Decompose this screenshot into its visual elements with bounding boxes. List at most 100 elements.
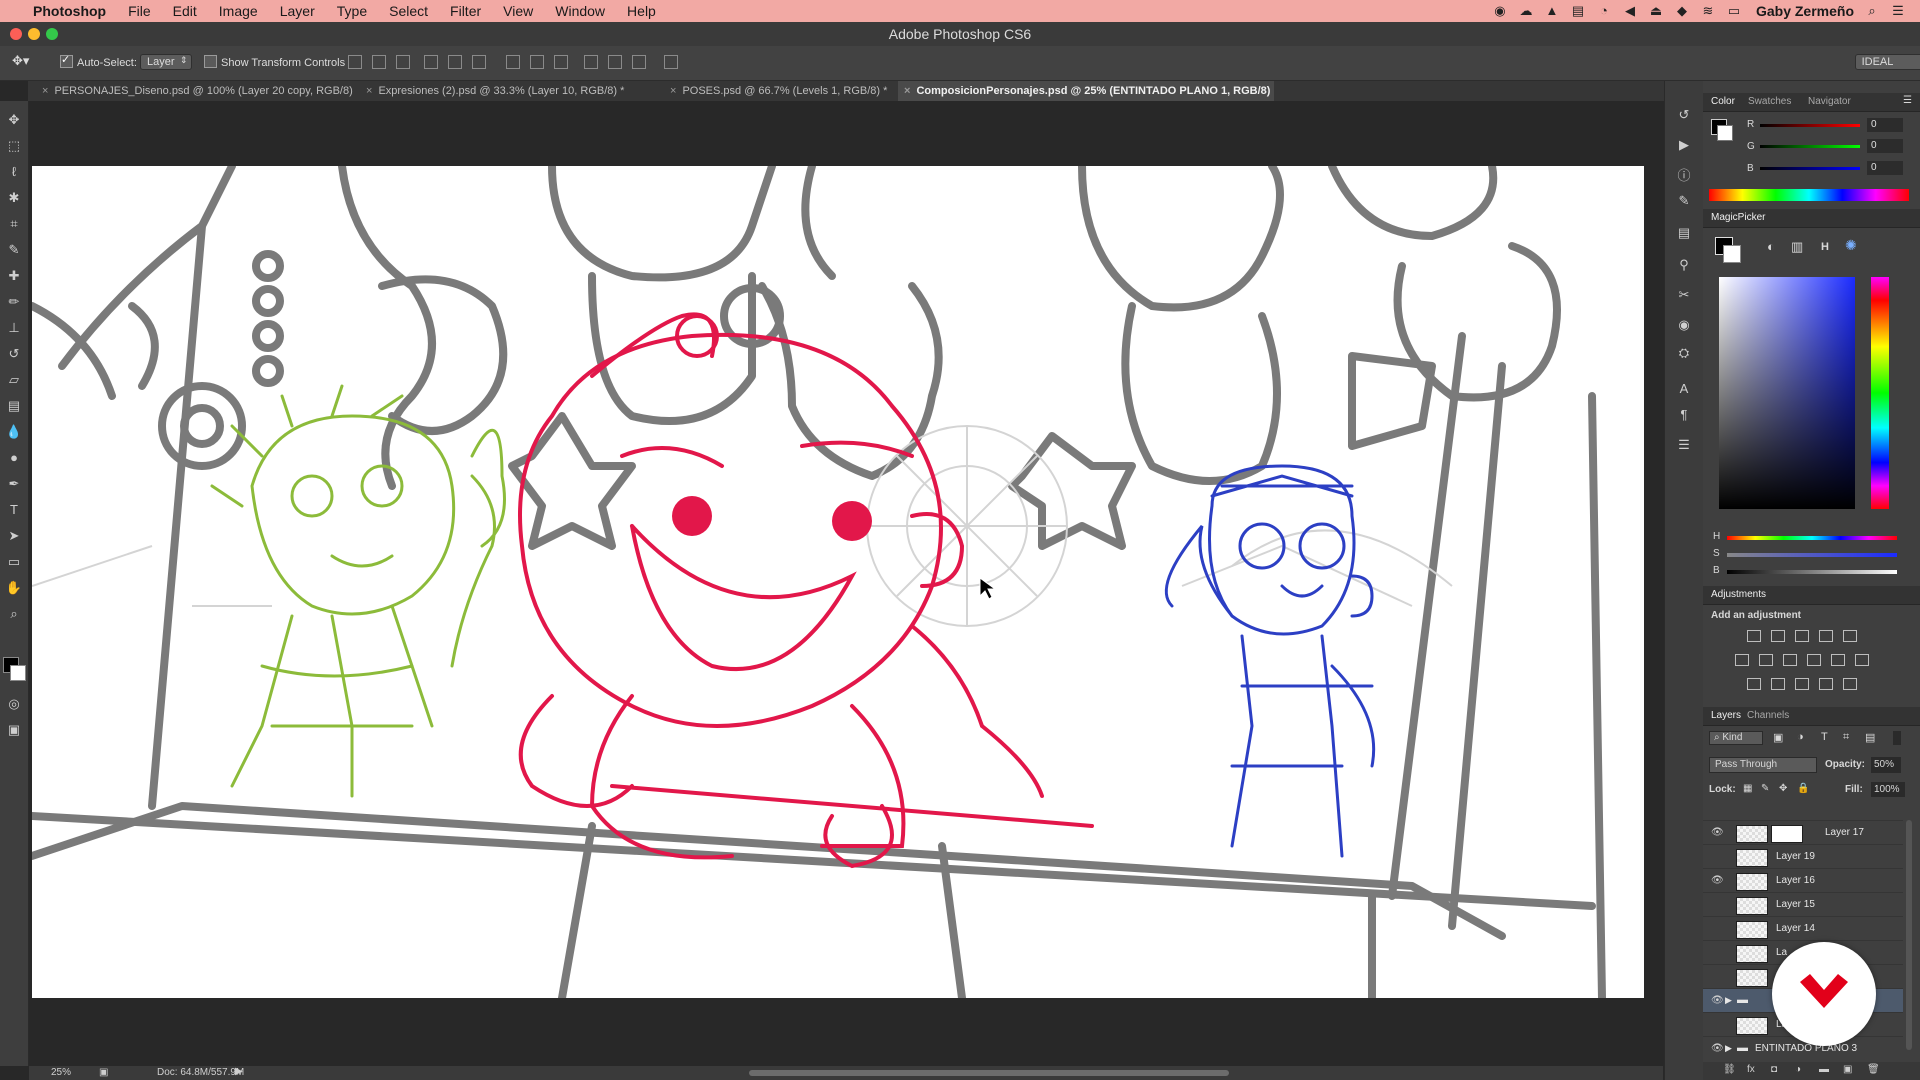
color-balance-adjustment-icon[interactable]: [1759, 654, 1773, 666]
dropbox-icon[interactable]: ◆: [1674, 4, 1690, 18]
brush-tool-icon[interactable]: ✏: [4, 293, 24, 311]
mp-bg-chip[interactable]: [1723, 245, 1741, 263]
visibility-eye-icon[interactable]: 👁: [1711, 1043, 1724, 1054]
auto-select-checkbox[interactable]: Auto-Select:: [60, 53, 137, 69]
battery-icon[interactable]: ▭: [1726, 4, 1742, 18]
show-transform-checkbox[interactable]: Show Transform Controls: [204, 55, 345, 69]
align-right-icon[interactable]: [472, 55, 486, 69]
color-lookup-adjustment-icon[interactable]: [1855, 654, 1869, 666]
hue-strip[interactable]: [1871, 277, 1889, 509]
filter-shape-icon[interactable]: ⌗: [1843, 731, 1849, 744]
b-value-input[interactable]: 0: [1867, 161, 1903, 175]
menu-image[interactable]: Image: [208, 3, 269, 19]
healing-brush-tool-icon[interactable]: ✚: [4, 267, 24, 285]
tab-swatches[interactable]: Swatches: [1748, 96, 1791, 107]
bg-color-chip[interactable]: [1717, 125, 1733, 141]
brightness-adjustment-icon[interactable]: [1747, 630, 1761, 642]
panel-menu-icon[interactable]: ☰: [1903, 95, 1912, 106]
eject-icon[interactable]: ⏏: [1648, 4, 1664, 18]
properties-icon[interactable]: ☰: [1674, 437, 1694, 455]
menu-help[interactable]: Help: [616, 3, 667, 19]
wifi-icon[interactable]: ≋: [1700, 4, 1716, 18]
new-adjustment-layer-icon[interactable]: ◑: [1795, 1064, 1801, 1075]
close-tab-icon[interactable]: ×: [670, 85, 676, 97]
clone-stamp-tool-icon[interactable]: ⊥: [4, 319, 24, 337]
adobe-icon[interactable]: ▲: [1544, 4, 1560, 18]
opacity-input[interactable]: 50%: [1871, 757, 1901, 773]
exposure-adjustment-icon[interactable]: [1819, 630, 1833, 642]
g-slider[interactable]: [1760, 145, 1860, 148]
lasso-tool-icon[interactable]: ℓ: [4, 163, 24, 181]
lock-paint-icon[interactable]: ✎: [1761, 783, 1769, 794]
screen-mode-icon[interactable]: ▣: [4, 721, 24, 739]
info-icon[interactable]: ⓘ: [1674, 165, 1694, 183]
eyedropper-tool-icon[interactable]: ✎: [4, 241, 24, 259]
align-vcenter-icon[interactable]: [372, 55, 386, 69]
lock-position-icon[interactable]: ✥: [1779, 783, 1787, 794]
paths-icon[interactable]: ⚲: [1674, 257, 1694, 275]
auto-select-dropdown[interactable]: Layer: [140, 54, 192, 70]
new-group-icon[interactable]: ▬: [1819, 1064, 1829, 1075]
hand-tool-icon[interactable]: ✋: [4, 579, 24, 597]
group-expand-arrow-icon[interactable]: ▶: [1725, 1043, 1732, 1054]
g-value-input[interactable]: 0: [1867, 139, 1903, 153]
document-canvas[interactable]: [32, 166, 1644, 998]
mp-s-slider[interactable]: [1727, 553, 1897, 557]
mp-mode-button[interactable]: H: [1821, 241, 1829, 253]
levels-adjustment-icon[interactable]: [1771, 630, 1785, 642]
distribute-bottom-icon[interactable]: [554, 55, 568, 69]
history-brush-tool-icon[interactable]: ↺: [4, 345, 24, 363]
layers-scrollbar[interactable]: [1906, 820, 1912, 1050]
plugin-icon[interactable]: ◉: [1674, 317, 1694, 335]
filter-pixel-icon[interactable]: ▣: [1773, 731, 1783, 744]
layer-row[interactable]: Layer 19: [1703, 844, 1903, 869]
lock-all-icon[interactable]: 🔒: [1797, 783, 1809, 794]
tab-composicion-personajes[interactable]: × ComposicionPersonajes.psd @ 25% (ENTINT…: [898, 81, 1274, 101]
dodge-tool-icon[interactable]: ●: [4, 449, 24, 467]
add-mask-icon[interactable]: ◘: [1771, 1064, 1777, 1075]
filter-adjustment-icon[interactable]: ◑: [1797, 731, 1804, 743]
menu-file[interactable]: File: [117, 3, 162, 19]
horizontal-scrollbar[interactable]: [749, 1070, 1229, 1076]
tab-adjustments[interactable]: Adjustments: [1711, 589, 1766, 600]
distribute-left-icon[interactable]: [584, 55, 598, 69]
tab-navigator[interactable]: Navigator: [1808, 96, 1851, 107]
filter-toggle[interactable]: [1893, 731, 1901, 745]
tab-color[interactable]: Color: [1711, 96, 1735, 107]
status-info-icon[interactable]: ▣: [99, 1067, 108, 1078]
volume-icon[interactable]: ◀: [1622, 4, 1638, 18]
time-machine-icon[interactable]: ◔: [1596, 4, 1612, 18]
lock-transparent-icon[interactable]: ▦: [1743, 783, 1752, 794]
posterize-adjustment-icon[interactable]: [1771, 678, 1785, 690]
shape-tool-icon[interactable]: ▭: [4, 553, 24, 571]
gradient-map-adjustment-icon[interactable]: [1843, 678, 1857, 690]
align-top-icon[interactable]: [348, 55, 362, 69]
menu-type[interactable]: Type: [326, 3, 378, 19]
path-select-tool-icon[interactable]: ➤: [4, 527, 24, 545]
saturation-brightness-field[interactable]: [1719, 277, 1855, 509]
tool-presets-icon[interactable]: ✂: [1674, 287, 1694, 305]
invert-adjustment-icon[interactable]: [1747, 678, 1761, 690]
menu-edit[interactable]: Edit: [162, 3, 208, 19]
close-tab-icon[interactable]: ×: [904, 85, 910, 97]
distribute-top-icon[interactable]: [506, 55, 520, 69]
layer-row[interactable]: 👁 Layer 16: [1703, 868, 1903, 893]
mp-settings-icon[interactable]: ✺: [1845, 237, 1857, 254]
tab-poses[interactable]: × POSES.psd @ 66.7% (Levels 1, RGB/8) *: [664, 81, 902, 101]
quick-mask-icon[interactable]: ◎: [4, 695, 24, 713]
mp-grid-icon[interactable]: ▥: [1791, 239, 1803, 255]
mp-wheel-icon[interactable]: ◐: [1767, 239, 1775, 254]
r-value-input[interactable]: 0: [1867, 118, 1903, 132]
r-slider[interactable]: [1760, 124, 1860, 127]
pen-tool-icon[interactable]: ✒: [4, 475, 24, 493]
threshold-adjustment-icon[interactable]: [1795, 678, 1809, 690]
zoom-window-button[interactable]: [46, 28, 58, 40]
character-icon[interactable]: A: [1674, 381, 1694, 399]
menu-filter[interactable]: Filter: [439, 3, 492, 19]
new-layer-icon[interactable]: ▣: [1843, 1064, 1852, 1075]
filter-smart-object-icon[interactable]: ▤: [1865, 731, 1875, 744]
delete-layer-icon[interactable]: 🗑: [1867, 1064, 1880, 1075]
blur-tool-icon[interactable]: 💧: [4, 423, 24, 441]
color-spectrum-bar[interactable]: [1709, 189, 1909, 201]
link-layers-icon[interactable]: ⛓: [1723, 1064, 1736, 1075]
